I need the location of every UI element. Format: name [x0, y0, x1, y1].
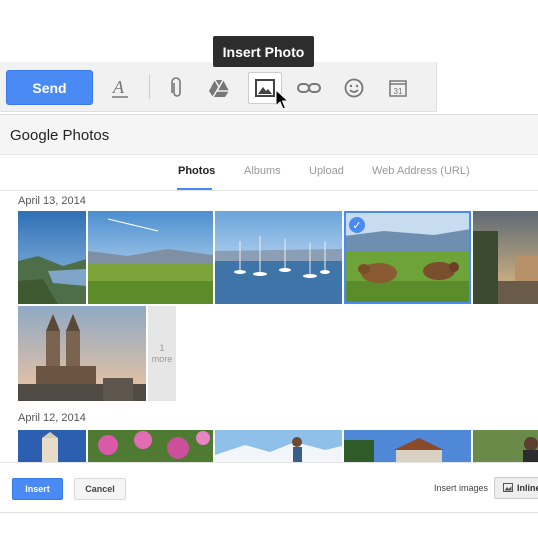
attach-icon[interactable]: [163, 74, 191, 102]
image-icon: [503, 482, 513, 494]
photo-thumbnail[interactable]: [18, 306, 146, 401]
mouse-cursor-icon: [275, 89, 289, 110]
insert-images-label: Insert images: [434, 483, 489, 493]
svg-text:A: A: [112, 77, 125, 97]
inline-toggle-button[interactable]: Inline: [494, 477, 538, 499]
toolbar-divider: [149, 75, 150, 99]
tab-albums[interactable]: Albums: [244, 165, 281, 177]
drive-icon[interactable]: [205, 74, 233, 102]
tab-photos[interactable]: Photos: [178, 165, 215, 177]
picker-footer: Insert Cancel Insert images Inline: [0, 462, 538, 512]
calendar-day: 31: [394, 87, 403, 96]
link-icon[interactable]: [295, 74, 323, 102]
emoji-icon[interactable]: [340, 74, 368, 102]
photo-thumbnail[interactable]: [215, 430, 342, 463]
date-header: April 13, 2014: [18, 195, 86, 207]
text-format-icon[interactable]: A: [106, 74, 134, 102]
photo-thumbnail[interactable]: [215, 211, 342, 304]
calendar-icon[interactable]: 31: [384, 74, 412, 102]
photo-thumbnail[interactable]: [18, 211, 86, 304]
more-photos-tile[interactable]: 1 more: [148, 306, 176, 401]
insert-photo-tooltip: Insert Photo: [213, 36, 314, 67]
send-button[interactable]: Send: [6, 70, 93, 105]
photo-thumbnail[interactable]: [473, 430, 538, 463]
date-header: April 12, 2014: [18, 412, 86, 424]
more-label: more: [151, 353, 173, 364]
more-count: 1: [159, 342, 165, 353]
photo-thumbnail[interactable]: [344, 430, 471, 463]
tab-web-address[interactable]: Web Address (URL): [372, 165, 470, 177]
active-tab-indicator: [177, 188, 212, 190]
checkmark-icon: ✓: [349, 217, 365, 233]
photo-thumbnail[interactable]: [88, 430, 213, 463]
insert-button[interactable]: Insert: [12, 478, 63, 500]
picker-title: Google Photos: [0, 115, 538, 155]
photo-thumbnail[interactable]: [88, 211, 213, 304]
picker-tabs: Photos Albums Upload Web Address (URL): [0, 155, 538, 191]
compose-toolbar: Send A 31: [0, 62, 437, 112]
inline-label: Inline: [517, 483, 538, 493]
cancel-button[interactable]: Cancel: [74, 478, 126, 500]
tab-upload[interactable]: Upload: [309, 165, 344, 177]
photo-thumbnail[interactable]: [18, 430, 86, 463]
photo-thumbnail[interactable]: [473, 211, 538, 304]
